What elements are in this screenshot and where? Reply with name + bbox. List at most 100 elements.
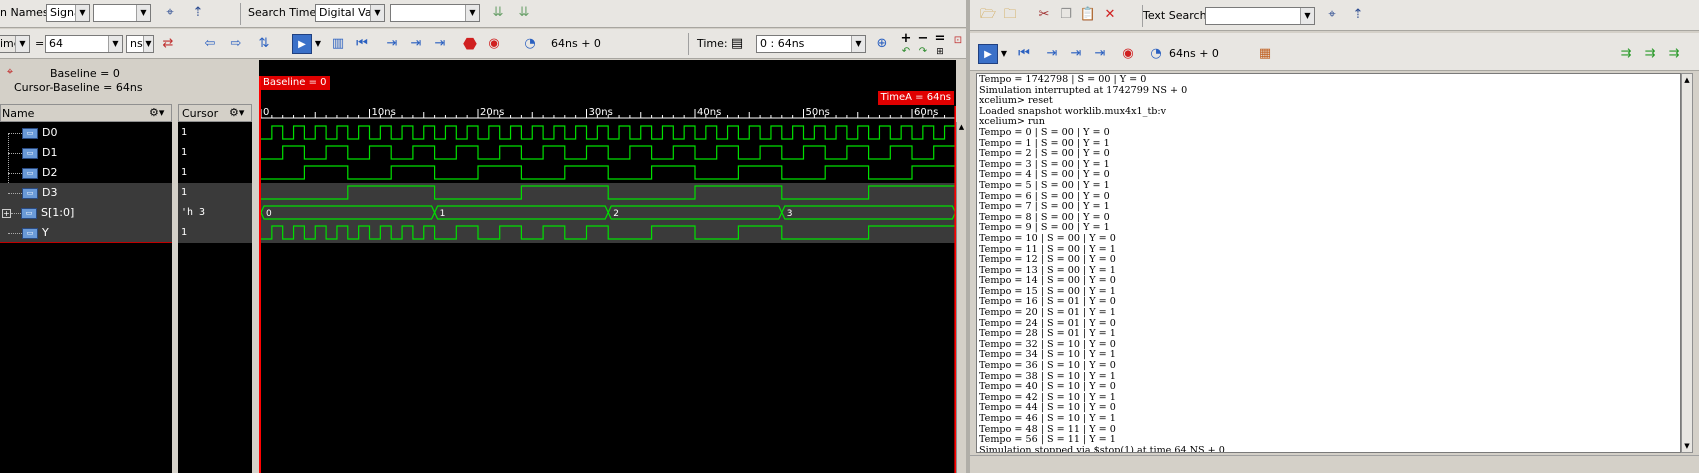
ruler-label: 50ns — [806, 107, 830, 118]
sim-time-display: 64ns + 0 — [551, 37, 601, 50]
copy-icon[interactable]: ❐ — [1056, 5, 1076, 25]
clock-icon: ◔ — [1150, 46, 1162, 61]
time-range-input[interactable]: 0 : 64ns ▼ — [756, 35, 866, 53]
bus-value-label: 0 — [266, 209, 272, 219]
text-search-label: Text Search: — [1143, 9, 1211, 22]
step-over-icon[interactable]: ⇥ — [406, 34, 426, 54]
step-out-icon[interactable]: ⇥ — [1090, 44, 1110, 64]
waveform-scrollbar[interactable]: ▲ — [956, 122, 966, 473]
gear-icon[interactable]: ⚙▾ — [149, 106, 164, 120]
signal-row-d3[interactable]: ▭ D3 — [0, 183, 172, 203]
time-unit-value: ns — [130, 37, 143, 50]
scroll-down-icon[interactable]: ▼ — [1682, 440, 1692, 452]
zoom-box-icon[interactable]: ⊞ — [930, 42, 950, 62]
play-dropdown-icon[interactable]: ▼ — [999, 44, 1009, 64]
clock-icon: ◔ — [524, 36, 536, 51]
move-marker-icon[interactable]: ⇅ — [254, 34, 274, 54]
chevron-down-icon: ▼ — [1300, 8, 1314, 24]
paste-icon[interactable]: 📋 — [1078, 5, 1098, 25]
waveform-d2 — [261, 165, 956, 180]
play-icon[interactable]: ▶ — [978, 44, 998, 64]
cursor-value-d1: 1 — [181, 147, 188, 158]
expand-icon[interactable]: + — [2, 208, 11, 218]
waveform-d1 — [261, 145, 956, 160]
baseline-info-bar: ⌖ Baseline = 0 Cursor-Baseline = 64ns — [0, 60, 260, 100]
search-times-type-select[interactable]: Digital Value ▼ — [315, 4, 385, 22]
time-range-icon[interactable]: ▤ — [727, 34, 747, 54]
rewind-icon[interactable]: ⏮ — [1014, 44, 1034, 64]
console-line: Simulation stopped via $stop(1) at time … — [979, 444, 1225, 453]
chevron-down-icon: ▼ — [15, 36, 29, 52]
search-binoculars-icon[interactable]: ⌖ — [1322, 5, 1342, 25]
send-to-waveform-icon[interactable]: ⇉ — [1616, 44, 1636, 64]
names-label: n Names: — [0, 6, 53, 19]
breakpoint-icon[interactable]: ◉ — [1118, 44, 1138, 64]
search-up-icon[interactable]: ⇡ — [188, 3, 208, 23]
signal-row-d1[interactable]: ▭ D1 — [0, 143, 172, 163]
marker-options-icon[interactable]: ⇄ — [158, 34, 178, 54]
breakpoint-icon[interactable]: ◉ — [484, 34, 504, 54]
stop-icon[interactable]: ⬣ — [460, 34, 480, 54]
step-icon[interactable]: ▥ — [328, 34, 348, 54]
signal-row-d2[interactable]: ▭ D2 — [0, 163, 172, 183]
name-column-header[interactable]: Name ⚙▾ — [0, 104, 172, 122]
pane-splitter[interactable] — [252, 104, 259, 473]
baseline-info[interactable]: Baseline = 0 — [50, 67, 120, 81]
panel-options-icon[interactable]: ⊡ — [948, 31, 968, 51]
chevron-down-icon: ▼ — [143, 36, 153, 52]
save-folder-icon[interactable]: 🗀 — [1000, 5, 1020, 25]
signal-row-y[interactable]: ▭ Y — [0, 223, 172, 243]
text-search-input[interactable]: ▼ — [1205, 7, 1315, 25]
console-scrollbar[interactable]: ▲ ▼ — [1681, 73, 1693, 453]
cursor-column-header[interactable]: Cursor ⚙▾ — [178, 104, 252, 122]
delete-icon[interactable]: ✕ — [1100, 5, 1120, 25]
send-to-source-icon[interactable]: ⇉ — [1664, 44, 1684, 64]
signal-row-s[interactable]: + ▭ S[1:0] — [0, 203, 172, 223]
waveform-canvas[interactable]: 0 10ns 20ns 30ns 40ns 50ns 60ns 0 1 2 3 — [259, 60, 956, 473]
console-line: Tempo = 1742798 | S = 00 | Y = 0 — [979, 74, 1147, 85]
move-right-icon[interactable]: ⇨ — [226, 34, 246, 54]
names-search-input[interactable]: ▼ — [93, 4, 151, 22]
search-time-next-icon[interactable]: ⇊ — [514, 3, 534, 23]
console-output[interactable]: Tempo = 1742798 | S = 00 | Y = 0 Simulati… — [976, 73, 1681, 453]
step-over-icon[interactable]: ⇥ — [1066, 44, 1086, 64]
search-time-prev-icon[interactable]: ⇊ — [488, 3, 508, 23]
step-out-icon[interactable]: ⇥ — [430, 34, 450, 54]
signal-name: D0 — [42, 126, 58, 139]
waveform-area[interactable]: Baseline = 0 TimeA = 64ns 0 10ns 20ns 30ns 4… — [259, 60, 956, 473]
waveform-viewer-icon[interactable]: ▦ — [1255, 44, 1275, 64]
ruler-label: 30ns — [589, 107, 613, 118]
zoom-fit-icon[interactable]: ⊕ — [872, 34, 892, 54]
search-times-input[interactable]: ▼ — [390, 4, 480, 22]
console-line: Tempo = 5 | S = 00 | Y = 1 — [979, 179, 1110, 191]
scroll-up-icon[interactable]: ▲ — [1682, 74, 1692, 86]
cursor-value-d0: 1 — [181, 127, 188, 138]
cursor-value-d3: 1 — [178, 183, 252, 203]
signal-name: D3 — [42, 186, 58, 199]
step-in-icon[interactable]: ⇥ — [382, 34, 402, 54]
cut-icon[interactable]: ✂ — [1034, 5, 1054, 25]
signal-icon: ▭ — [22, 227, 38, 239]
send-to-schematic-icon[interactable]: ⇉ — [1640, 44, 1660, 64]
scroll-up-icon[interactable]: ▲ — [957, 122, 966, 132]
step-in-icon[interactable]: ⇥ — [1042, 44, 1062, 64]
marker-select[interactable]: ▼ — [0, 35, 30, 53]
time-range-label: Time: — [697, 37, 728, 50]
search-up-icon[interactable]: ⇡ — [1348, 5, 1368, 25]
search-names-toolbar: n Names: Signal ▼ ▼ ⌖ ⇡ Search Times: Dig… — [0, 0, 966, 28]
names-type-select[interactable]: Signal ▼ — [46, 4, 90, 22]
divider — [240, 3, 241, 25]
gear-icon[interactable]: ⚙▾ — [229, 106, 244, 120]
open-folder-icon[interactable]: 🗁 — [978, 5, 998, 25]
play-dropdown-icon[interactable]: ▼ — [313, 34, 323, 54]
play-icon[interactable]: ▶ — [292, 34, 312, 54]
search-binoculars-icon[interactable]: ⌖ — [160, 3, 180, 23]
signal-row-d0[interactable]: ▭ D0 — [0, 123, 172, 143]
rewind-icon[interactable]: ⏮ — [352, 34, 372, 54]
cursor-baseline-info[interactable]: Cursor-Baseline = 64ns — [14, 81, 143, 95]
move-left-icon[interactable]: ⇦ — [200, 34, 220, 54]
console-toolbar-1: 🗁 🗀 ✂ ❐ 📋 ✕ Text Search: ▼ ⌖ ⇡ — [970, 0, 1699, 31]
marker-time-input[interactable]: 64 ▼ — [45, 35, 123, 53]
time-unit-select[interactable]: ns ▼ — [126, 35, 154, 53]
cursor-value-d2: 1 — [181, 167, 188, 178]
